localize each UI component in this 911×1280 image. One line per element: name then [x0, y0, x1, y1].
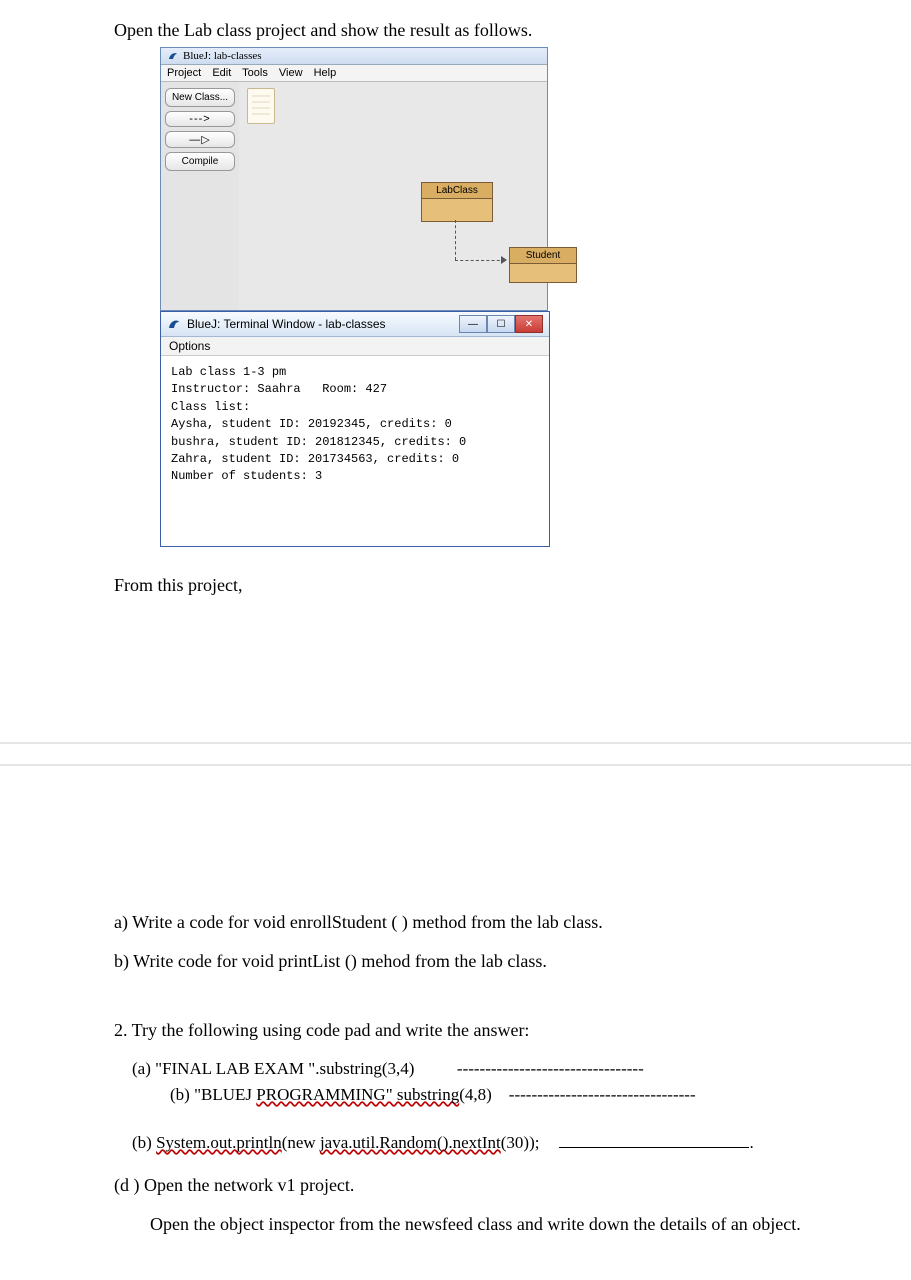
q2ab-prefix: "BLUEJ: [194, 1085, 256, 1104]
question-2d: (d ) Open the network v1 project.: [114, 1175, 871, 1196]
student-box[interactable]: Student: [509, 247, 577, 283]
q2a-label: (a): [132, 1059, 155, 1078]
menu-edit[interactable]: Edit: [212, 67, 231, 79]
bluej-icon: [167, 50, 179, 62]
inherit-arrow-button[interactable]: —▷: [165, 131, 235, 148]
close-button[interactable]: ✕: [515, 315, 543, 333]
labclass-box[interactable]: LabClass: [421, 182, 493, 222]
question-2d-detail: Open the object inspector from the newsf…: [150, 1214, 871, 1235]
question-2-intro: 2. Try the following using code pad and …: [114, 1020, 871, 1041]
bluej-main-window: BlueJ: lab-classes Project Edit Tools Vi…: [160, 47, 548, 311]
page-break: [0, 736, 911, 772]
compile-button[interactable]: Compile: [165, 152, 235, 171]
uses-arrow-button[interactable]: --->: [165, 111, 235, 127]
terminal-options-menu[interactable]: Options: [161, 337, 549, 356]
dependency-line: [455, 220, 456, 260]
bluej-menubar[interactable]: Project Edit Tools View Help: [161, 65, 547, 82]
menu-project[interactable]: Project: [167, 67, 201, 79]
q2ab-label: (b): [170, 1085, 194, 1104]
q2b-label: (b): [132, 1133, 156, 1152]
terminal-output: Lab class 1-3 pm Instructor: Saahra Room…: [161, 356, 549, 546]
answer-dashes: ---------------------------------: [509, 1085, 696, 1104]
class-diagram-canvas[interactable]: LabClass Student: [239, 82, 547, 310]
q2a-text: "FINAL LAB EXAM ".substring(3,4): [155, 1059, 414, 1078]
question-a: a) Write a code for void enrollStudent (…: [114, 912, 871, 933]
menu-view[interactable]: View: [279, 67, 303, 79]
dependency-arrowhead: [501, 256, 507, 264]
readme-icon[interactable]: [247, 88, 275, 124]
question-2b: (b) System.out.println(new java.util.Ran…: [132, 1133, 871, 1153]
q2b-sq1: System.out.println: [156, 1133, 282, 1152]
terminal-window: BlueJ: Terminal Window - lab-classes — ☐…: [160, 311, 550, 547]
question-b: b) Write code for void printList () meho…: [114, 951, 871, 972]
labclass-name: LabClass: [422, 183, 492, 199]
answer-dashes: ---------------------------------: [457, 1059, 644, 1078]
q2b-end: (30));: [501, 1133, 540, 1152]
question-2a-b: (b) "BLUEJ PROGRAMMING" substring(4,8) -…: [170, 1085, 871, 1105]
q2b-mid: (new: [282, 1133, 320, 1152]
bluej-titlebar: BlueJ: lab-classes: [161, 48, 547, 65]
menu-tools[interactable]: Tools: [242, 67, 268, 79]
bluej-title: BlueJ: lab-classes: [183, 50, 262, 62]
q2ab-suffix: (4,8): [459, 1085, 492, 1104]
window-controls: — ☐ ✕: [459, 315, 543, 333]
bluej-icon: [167, 317, 181, 331]
question-2a: (a) "FINAL LAB EXAM ".substring(3,4) ---…: [132, 1059, 871, 1079]
answer-blank: [559, 1147, 749, 1148]
bluej-sidebar: New Class... ---> —▷ Compile: [161, 82, 239, 310]
new-class-button[interactable]: New Class...: [165, 88, 235, 107]
student-name: Student: [510, 248, 576, 264]
minimize-button[interactable]: —: [459, 315, 487, 333]
terminal-title: BlueJ: Terminal Window - lab-classes: [187, 317, 386, 331]
maximize-button[interactable]: ☐: [487, 315, 515, 333]
dependency-line: [455, 260, 505, 261]
q2ab-squiggle: PROGRAMMING" substring: [256, 1085, 459, 1104]
terminal-titlebar: BlueJ: Terminal Window - lab-classes — ☐…: [161, 312, 549, 337]
q2b-sq2: java.util.Random().nextInt: [320, 1133, 501, 1152]
menu-help[interactable]: Help: [314, 67, 337, 79]
intro-text: Open the Lab class project and show the …: [114, 20, 871, 41]
from-this-project: From this project,: [114, 575, 871, 596]
